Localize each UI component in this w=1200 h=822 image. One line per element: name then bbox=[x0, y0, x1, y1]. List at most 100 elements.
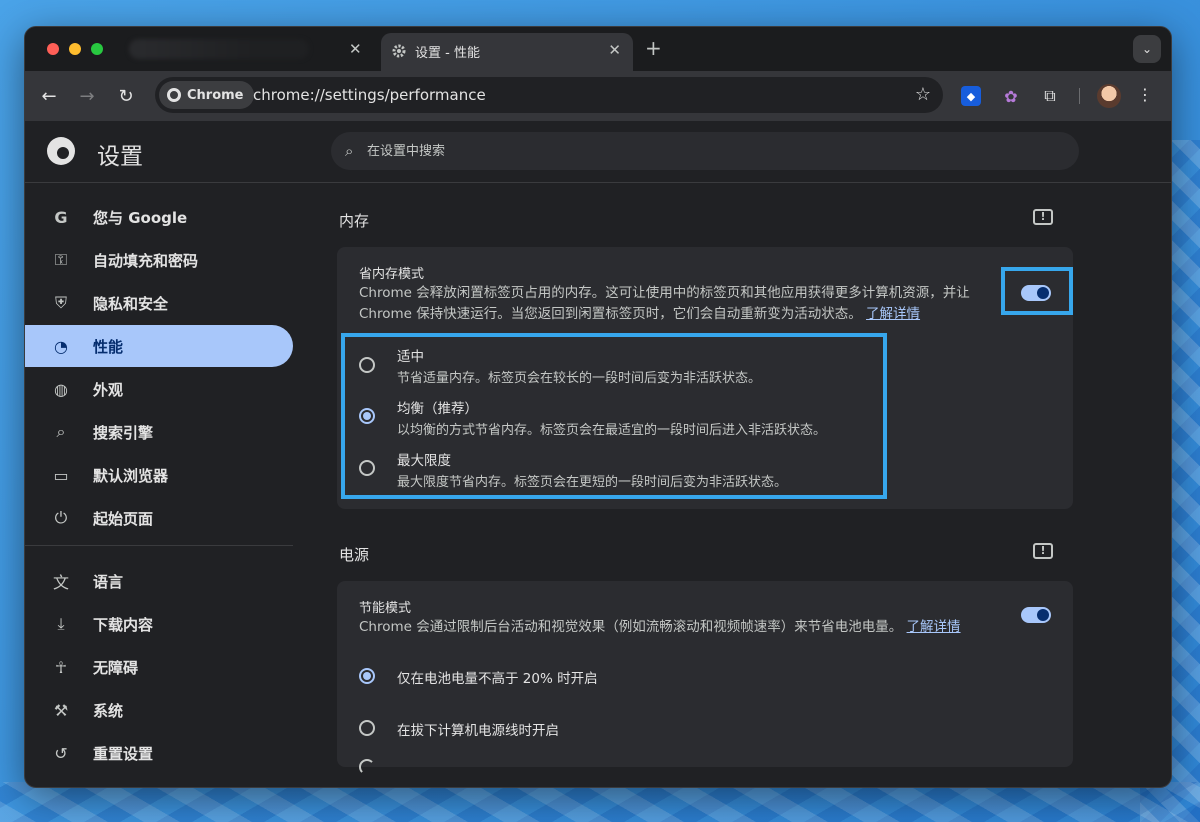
sidebar-item-label: 隐私和安全 bbox=[93, 294, 169, 313]
url-text[interactable]: chrome://settings/performance bbox=[253, 86, 486, 104]
browser-window: ✕ 设置 - 性能 ✕ + ⌄ ← → ↻ Chrome chrome://se… bbox=[24, 26, 1172, 788]
wrench-icon: ⚒ bbox=[53, 700, 69, 720]
chrome-logo-icon bbox=[47, 137, 75, 165]
new-tab-button[interactable]: + bbox=[645, 36, 662, 60]
sidebar-item-label: 无障碍 bbox=[93, 658, 139, 677]
sidebar-item-label: 起始页面 bbox=[93, 509, 154, 528]
sidebar-item-languages[interactable]: 文 语言 bbox=[25, 560, 293, 602]
learn-more-link[interactable]: 了解详情 bbox=[866, 306, 920, 322]
sidebar-item-label: 下载内容 bbox=[93, 615, 154, 634]
radio-button[interactable] bbox=[359, 720, 375, 736]
maximize-window-button[interactable] bbox=[91, 43, 103, 55]
radio-button-checked[interactable] bbox=[359, 668, 375, 684]
feedback-icon[interactable]: ! bbox=[1033, 209, 1053, 225]
tab-close-icon[interactable]: ✕ bbox=[608, 41, 621, 59]
tab-title: 设置 - 性能 bbox=[415, 46, 480, 61]
desc-line-2: Chrome 保持快速运行。当您返回到闲置标签页时，它们会自动重新变为活动状态。… bbox=[359, 304, 999, 325]
reload-button[interactable]: ↻ bbox=[114, 84, 138, 108]
sidebar-item-label: 搜索引擎 bbox=[93, 423, 154, 442]
sidebar-item-label: 默认浏览器 bbox=[93, 466, 169, 485]
section-title-memory: 内存 bbox=[339, 212, 370, 230]
back-button[interactable]: ← bbox=[37, 84, 61, 108]
sidebar-divider bbox=[25, 545, 293, 546]
sidebar-item-reset[interactable]: ↺ 重置设置 bbox=[25, 732, 293, 774]
sidebar-item-search-engine[interactable]: ⌕ 搜索引擎 bbox=[25, 411, 293, 453]
sidebar-item-label: 您与 Google bbox=[93, 208, 188, 227]
accessibility-icon: ☥ bbox=[55, 657, 67, 677]
minimize-window-button[interactable] bbox=[69, 43, 81, 55]
chrome-logo-icon bbox=[167, 88, 181, 102]
forward-button[interactable]: → bbox=[75, 84, 99, 108]
shield-icon: ⛨ bbox=[54, 293, 67, 312]
desktop-pattern-bottom bbox=[0, 782, 1200, 822]
highlight-box-options bbox=[341, 333, 887, 499]
desc-line: Chrome 会通过限制后台活动和视觉效果（例如流畅滚动和视频帧速率）来节省电池… bbox=[359, 619, 903, 635]
bitwarden-extension-icon[interactable]: ◆ bbox=[961, 86, 981, 106]
download-icon: ⤓ bbox=[57, 614, 65, 633]
energy-saver-title: 节能模式 bbox=[359, 601, 412, 616]
learn-more-link[interactable]: 了解详情 bbox=[907, 619, 961, 635]
chevron-down-icon: ⌄ bbox=[1141, 42, 1153, 56]
highlight-box-toggle bbox=[1001, 267, 1073, 315]
sidebar-item-on-startup[interactable]: ⏻ 起始页面 bbox=[25, 497, 293, 539]
sidebar-item-label: 系统 bbox=[93, 701, 124, 720]
sidebar-item-label: 重置设置 bbox=[93, 744, 154, 763]
energy-saver-toggle[interactable] bbox=[1021, 607, 1051, 623]
option-label: 仅在电池电量不高于 20% 时开启 bbox=[397, 671, 598, 687]
close-window-button[interactable] bbox=[47, 43, 59, 55]
sidebar-item-google[interactable]: G 您与 Google bbox=[25, 196, 293, 238]
settings-header: 设置 ⌕ bbox=[25, 121, 1171, 183]
chip-label: Chrome bbox=[187, 87, 244, 103]
sidebar-item-label: 自动填充和密码 bbox=[93, 251, 199, 270]
feedback-icon[interactable]: ! bbox=[1033, 543, 1053, 559]
toolbar-divider bbox=[1079, 88, 1080, 104]
sidebar-item-system[interactable]: ⚒ 系统 bbox=[25, 689, 293, 731]
sidebar-item-label: 语言 bbox=[93, 572, 124, 591]
browser-window-icon: ▭ bbox=[53, 465, 69, 485]
sidebar-item-accessibility[interactable]: ☥ 无障碍 bbox=[25, 646, 293, 688]
profile-avatar[interactable] bbox=[1097, 84, 1121, 108]
key-icon: ⚿ bbox=[54, 250, 68, 269]
sidebar-item-performance[interactable]: ◔ 性能 bbox=[25, 325, 293, 367]
extensions-puzzle-icon[interactable]: ⧉ bbox=[1040, 86, 1060, 106]
sidebar-item-appearance[interactable]: ◍ 外观 bbox=[25, 368, 293, 410]
radio-button[interactable] bbox=[359, 759, 375, 775]
sidebar-item-autofill[interactable]: ⚿ 自动填充和密码 bbox=[25, 239, 293, 281]
translate-icon: 文 bbox=[52, 573, 69, 592]
section-title-power: 电源 bbox=[339, 546, 370, 564]
energy-saver-description: Chrome 会通过限制后台活动和视觉效果（例如流畅滚动和视频帧速率）来节省电池… bbox=[359, 617, 1019, 638]
tab-blurred[interactable] bbox=[129, 39, 309, 59]
memory-saver-title: 省内存模式 bbox=[359, 267, 425, 282]
search-icon: ⌕ bbox=[345, 142, 354, 160]
reload-icon: ↻ bbox=[118, 85, 134, 107]
desc-line: Chrome 会释放闲置标签页占用的内存。这可让使用中的标签页和其他应用获得更多… bbox=[359, 285, 970, 301]
memory-saver-card: 省内存模式 Chrome 会释放闲置标签页占用的内存。这可让使用中的标签页和其他… bbox=[337, 247, 1073, 509]
reset-icon: ↺ bbox=[54, 743, 68, 763]
sidebar-item-privacy[interactable]: ⛨ 隐私和安全 bbox=[25, 282, 293, 324]
settings-search[interactable]: ⌕ bbox=[331, 132, 1079, 170]
gear-icon bbox=[392, 44, 406, 58]
search-input[interactable] bbox=[367, 132, 1047, 170]
speedometer-icon: ◔ bbox=[54, 336, 68, 356]
tab-close-icon[interactable]: ✕ bbox=[349, 39, 362, 59]
palette-icon: ◍ bbox=[54, 379, 68, 399]
google-icon: G bbox=[54, 207, 68, 227]
tab-strip: ✕ 设置 - 性能 ✕ + ⌄ bbox=[25, 27, 1171, 71]
toolbar: ← → ↻ Chrome chrome://settings/performan… bbox=[25, 71, 1171, 121]
page-title: 设置 bbox=[97, 144, 143, 170]
bookmark-star-icon[interactable]: ☆ bbox=[915, 84, 931, 105]
address-bar[interactable]: Chrome chrome://settings/performance ☆ bbox=[155, 77, 943, 113]
ai-extension-icon[interactable]: ✿ bbox=[1001, 86, 1021, 106]
arrow-left-icon: ← bbox=[41, 85, 57, 107]
sidebar-item-downloads[interactable]: ⤓ 下载内容 bbox=[25, 603, 293, 645]
sidebar-item-default-browser[interactable]: ▭ 默认浏览器 bbox=[25, 454, 293, 496]
memory-saver-description: Chrome 会释放闲置标签页占用的内存。这可让使用中的标签页和其他应用获得更多… bbox=[359, 283, 999, 325]
search-icon: ⌕ bbox=[56, 422, 66, 441]
site-info-chip[interactable]: Chrome bbox=[159, 81, 254, 109]
more-menu-icon[interactable]: ⋮ bbox=[1137, 85, 1153, 104]
tab-search-button[interactable]: ⌄ bbox=[1133, 35, 1161, 63]
energy-saver-card: 节能模式 Chrome 会通过限制后台活动和视觉效果（例如流畅滚动和视频帧速率）… bbox=[337, 581, 1073, 775]
desc-line: Chrome 保持快速运行。当您返回到闲置标签页时，它们会自动重新变为活动状态。 bbox=[359, 306, 862, 322]
sidebar-item-label: 外观 bbox=[93, 380, 124, 399]
tab-settings-performance[interactable]: 设置 - 性能 ✕ bbox=[381, 33, 633, 71]
